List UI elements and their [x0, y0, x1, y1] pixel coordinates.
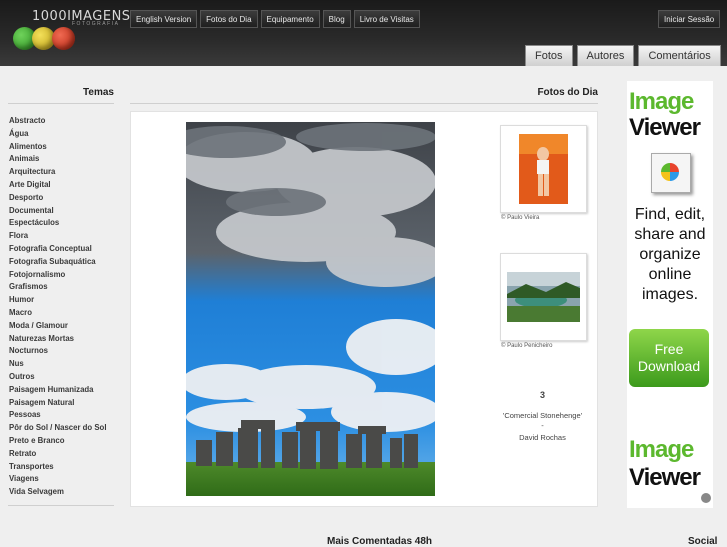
category-link[interactable]: Nus	[9, 358, 106, 371]
section-title: Fotos do Dia	[537, 87, 598, 98]
ad-download-label: Download	[637, 358, 701, 374]
ad-headline-image: Image	[629, 88, 694, 115]
category-link[interactable]: Preto e Branco	[9, 435, 106, 448]
ad-footer-image: Image	[629, 436, 694, 463]
most-commented-heading: Mais Comentadas 48h	[327, 536, 433, 547]
nav-blog[interactable]: Blog	[322, 10, 351, 28]
ad-headline-viewer: Viewer	[629, 114, 701, 141]
category-link[interactable]: Transportes	[9, 461, 106, 474]
sidebar-bottom-divider	[8, 505, 114, 506]
category-link[interactable]: Pôr do Sol / Nascer do Sol	[9, 422, 106, 435]
category-link[interactable]: Pessoas	[9, 409, 106, 422]
category-link[interactable]: Retrato	[9, 448, 106, 461]
ad-body-line: share and	[634, 226, 706, 243]
featured-photo-title[interactable]: 'Comercial Stonehenge'	[500, 411, 585, 420]
thumbnail-card[interactable]	[500, 253, 587, 341]
ad-body-line: images.	[641, 286, 699, 303]
ad-footer-viewer: Viewer	[629, 464, 701, 491]
title-separator: -	[541, 421, 544, 430]
sidebar-title: Temas	[83, 87, 114, 98]
logo-tagline: FOTOGRAFIA	[72, 21, 120, 27]
category-link[interactable]: Paisagem Natural	[9, 397, 106, 410]
category-link[interactable]: Grafismos	[9, 281, 106, 294]
category-link[interactable]: Outros	[9, 371, 106, 384]
tab-fotos[interactable]: Fotos	[525, 45, 573, 66]
advertisement-banner[interactable]: Image Viewer Find, edit, share and organ…	[627, 81, 713, 508]
category-link[interactable]: Arquitectura	[9, 166, 106, 179]
ad-download-button[interactable]: Free Download	[629, 329, 709, 387]
category-link[interactable]: Arte Digital	[9, 179, 106, 192]
login-button[interactable]: Iniciar Sessão	[658, 10, 721, 28]
category-link[interactable]: Humor	[9, 294, 106, 307]
nav-fotos-do-dia[interactable]: Fotos do Dia	[200, 10, 258, 28]
logo-red-dot-icon	[52, 27, 75, 50]
ad-body-line: online	[648, 266, 692, 283]
category-link[interactable]: Viagens	[9, 473, 106, 486]
ad-body-line: Find, edit,	[634, 206, 706, 223]
category-link[interactable]: Flora	[9, 230, 106, 243]
category-link[interactable]: Desporto	[9, 192, 106, 205]
category-link[interactable]: Fotografia Conceptual	[9, 243, 106, 256]
top-navigation: English Version Fotos do Dia Equipamento…	[130, 10, 420, 28]
category-link[interactable]: Paisagem Humanizada	[9, 384, 106, 397]
category-list: Abstracto Água Alimentos Animais Arquite…	[9, 115, 106, 499]
category-link[interactable]: Naturezas Mortas	[9, 333, 106, 346]
main-divider	[130, 103, 598, 104]
featured-photo[interactable]	[186, 122, 435, 496]
category-link[interactable]: Nocturnos	[9, 345, 106, 358]
category-link[interactable]: Documental	[9, 205, 106, 218]
header-bar: 1000IMAGENS FOTOGRAFIA English Version F…	[0, 0, 727, 66]
category-link[interactable]: Abstracto	[9, 115, 106, 128]
nav-equipamento[interactable]: Equipamento	[260, 10, 320, 28]
social-heading: Social	[688, 536, 718, 547]
section-tabs: Fotos Autores Comentários	[525, 45, 721, 66]
category-link[interactable]: Fotografia Subaquática	[9, 256, 106, 269]
ad-corner-icon	[701, 493, 711, 503]
ad-download-label: Free	[654, 341, 684, 357]
featured-photo-author[interactable]: David Rochas	[500, 433, 585, 442]
thumbnail-caption: © Paulo Penicheiro	[501, 343, 553, 349]
category-link[interactable]: Moda / Glamour	[9, 320, 106, 333]
photo-count: 3	[539, 390, 545, 400]
category-link[interactable]: Vida Selvagem	[9, 486, 106, 499]
ad-picture-icon	[651, 153, 691, 193]
category-link[interactable]: Alimentos	[9, 141, 106, 154]
category-link[interactable]: Espectáculos	[9, 217, 106, 230]
thumbnail-card[interactable]	[500, 125, 587, 213]
category-link[interactable]: Fotojornalismo	[9, 269, 106, 282]
nav-english-version[interactable]: English Version	[130, 10, 198, 28]
nav-livro-de-visitas[interactable]: Livro de Visitas	[353, 10, 420, 28]
tab-autores[interactable]: Autores	[576, 45, 635, 66]
category-link[interactable]: Animais	[9, 153, 106, 166]
tab-comentarios[interactable]: Comentários	[638, 45, 721, 66]
category-link[interactable]: Macro	[9, 307, 106, 320]
sidebar-divider	[8, 103, 114, 104]
category-link[interactable]: Água	[9, 128, 106, 141]
ad-body-line: organize	[639, 246, 701, 263]
thumbnail-caption: © Paulo Vieira	[501, 215, 540, 221]
